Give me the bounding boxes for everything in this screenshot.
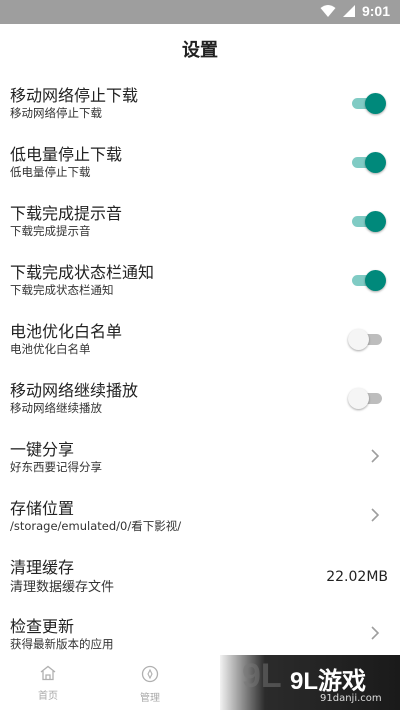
setting-subtitle: 清理数据缓存文件 — [10, 580, 115, 595]
setting-title: 低电量停止下载 — [10, 145, 123, 164]
setting-battery-optimization-whitelist[interactable]: 电池优化白名单 电池优化白名单 — [0, 308, 400, 367]
setting-subtitle: 移动网络停止下载 — [10, 106, 102, 120]
low-battery-stop-download-toggle[interactable] — [348, 150, 386, 174]
download-complete-sound-toggle[interactable] — [348, 209, 386, 233]
cache-size-value: 22.02MB — [326, 569, 388, 585]
setting-check-update[interactable]: 检查更新 获得最新版本的应用 — [0, 603, 400, 662]
page-title: 设置 — [182, 40, 218, 61]
setting-one-click-share[interactable]: 一键分享 好东西要记得分享 — [0, 426, 400, 485]
setting-subtitle: 移动网络继续播放 — [10, 401, 102, 415]
setting-clear-cache[interactable]: 清理缓存 清理数据缓存文件 22.02MB — [0, 544, 400, 603]
chevron-right-icon — [371, 508, 380, 522]
setting-title: 电池优化白名单 — [10, 322, 123, 341]
setting-subtitle: 下载完成状态栏通知 — [10, 283, 114, 297]
status-icons: 9:01 — [320, 3, 390, 19]
setting-title: 下载完成状态栏通知 — [10, 263, 155, 282]
setting-download-complete-notification[interactable]: 下载完成状态栏通知 下载完成状态栏通知 — [0, 249, 400, 308]
download-complete-notification-toggle[interactable] — [348, 268, 386, 292]
setting-subtitle: 低电量停止下载 — [10, 165, 91, 179]
setting-title: 移动网络停止下载 — [10, 86, 139, 105]
setting-subtitle: 下载完成提示音 — [10, 224, 91, 238]
setting-title: 移动网络继续播放 — [10, 381, 139, 400]
setting-title: 存储位置 — [10, 499, 75, 518]
nav-manage[interactable]: 管理 — [120, 665, 180, 704]
setting-title: 下载完成提示音 — [10, 204, 123, 223]
mobile-stop-download-toggle[interactable] — [348, 91, 386, 115]
setting-mobile-stop-download[interactable]: 移动网络停止下载 移动网络停止下载 — [0, 72, 400, 131]
setting-mobile-continue-play[interactable]: 移动网络继续播放 移动网络继续播放 — [0, 367, 400, 426]
battery-optimization-whitelist-toggle[interactable] — [348, 327, 386, 351]
status-bar: 9:01 — [0, 0, 400, 24]
setting-storage-location[interactable]: 存储位置 /storage/emulated/0/看下影视/ — [0, 485, 400, 544]
setting-subtitle: 好东西要记得分享 — [10, 460, 102, 474]
settings-list: 移动网络停止下载 移动网络停止下载 低电量停止下载 低电量停止下载 下载完成提示… — [0, 72, 400, 662]
nav-home[interactable]: 首页 — [18, 665, 78, 702]
setting-subtitle: 获得最新版本的应用 — [10, 637, 114, 651]
nav-home-label: 首页 — [38, 691, 58, 702]
setting-title: 清理缓存 — [10, 558, 75, 577]
setting-low-battery-stop-download[interactable]: 低电量停止下载 低电量停止下载 — [0, 131, 400, 190]
chevron-right-icon — [371, 626, 380, 640]
setting-subtitle: /storage/emulated/0/看下影视/ — [10, 519, 182, 533]
setting-subtitle: 电池优化白名单 — [10, 342, 91, 356]
setting-download-complete-sound[interactable]: 下载完成提示音 下载完成提示音 — [0, 190, 400, 249]
wifi-icon — [320, 5, 336, 17]
mobile-continue-play-toggle[interactable] — [348, 386, 386, 410]
cell-signal-icon — [342, 5, 355, 17]
setting-title: 一键分享 — [10, 440, 75, 459]
watermark-url: 91danji.com — [320, 693, 382, 704]
compass-icon — [141, 665, 159, 683]
watermark-ghost-logo: 9L — [242, 657, 282, 695]
home-icon — [40, 665, 56, 681]
setting-title: 检查更新 — [10, 617, 75, 636]
watermark-overlay: 9L 9L游戏 91danji.com — [220, 655, 400, 710]
status-time: 9:01 — [361, 3, 390, 19]
chevron-right-icon — [371, 449, 380, 463]
watermark-logo: 9L游戏 — [290, 668, 367, 695]
nav-manage-label: 管理 — [140, 693, 160, 704]
title-bar: 设置 — [0, 24, 400, 72]
